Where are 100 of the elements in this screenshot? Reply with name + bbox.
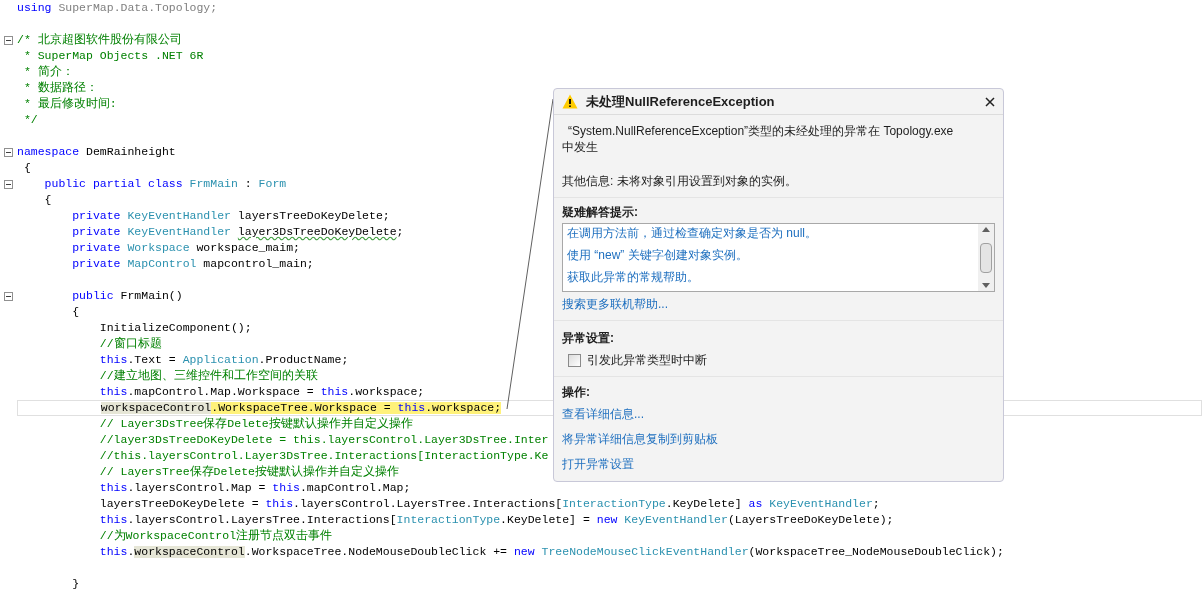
- code-token: KeyEventHandler: [126, 210, 231, 222]
- scroll-down-icon[interactable]: [982, 283, 990, 288]
- collapse-icon[interactable]: [4, 179, 13, 189]
- code-token: as: [748, 498, 763, 510]
- action-link[interactable]: 查看详细信息...: [562, 406, 995, 422]
- code-token: mapcontrol_main;: [202, 258, 314, 270]
- code-token: this: [98, 482, 128, 494]
- warning-icon: [562, 94, 578, 109]
- code-token: this: [98, 546, 128, 558]
- code-token: TreeNodeMouseClickEventHandler: [540, 546, 749, 558]
- code-token: .mapControl.Map;: [299, 482, 411, 494]
- search-help-link[interactable]: 搜索更多联机帮助...: [562, 296, 995, 312]
- code-token: KeyEventHandler: [126, 226, 231, 238]
- section-heading: 操作:: [562, 384, 591, 400]
- code-token: this: [272, 482, 300, 494]
- code-token: * SuperMap Objects .NET 6R: [22, 50, 204, 62]
- code-token: InteractionType: [396, 514, 501, 526]
- code-token: .layersControl.Map =: [127, 482, 267, 494]
- code-token: //layer3DsTreeDoKeyDelete = this.layersControl.Layer3DsTree.Inter: [98, 434, 549, 446]
- collapse-icon[interactable]: [4, 291, 13, 301]
- dialog-title: 未处理NullReferenceException: [586, 93, 776, 110]
- code-token: private: [71, 258, 121, 270]
- code-token: private: [71, 210, 121, 222]
- collapse-icon[interactable]: [4, 35, 13, 45]
- code-token: * 数据路径：: [22, 82, 98, 94]
- scroll-up-icon[interactable]: [982, 227, 990, 232]
- tip-link[interactable]: 使用 “new” 关键字创建对象实例。: [567, 246, 978, 264]
- code-token: SuperMap.Data.Topology;: [57, 2, 218, 14]
- code-token: Application: [182, 354, 259, 366]
- code-token: this: [98, 514, 128, 526]
- code-token: this: [265, 498, 294, 510]
- code-token: KeyEventHandler: [623, 514, 728, 526]
- code-token: this: [98, 386, 128, 398]
- code-token: (LayersTreeDoKeyDelete);: [727, 514, 894, 526]
- code-token: .ProductName;: [258, 354, 349, 366]
- code-token: (WorkspaceTree_NodeMouseDoubleClick);: [748, 546, 1004, 558]
- action-link[interactable]: 将异常详细信息复制到剪贴板: [562, 431, 995, 447]
- code-token: {: [43, 194, 52, 206]
- code-token: //建立地图、三维控件和工作空间的关联: [98, 370, 318, 382]
- code-token: * 简介：: [22, 66, 74, 78]
- scroll-thumb[interactable]: [980, 242, 992, 273]
- code-token: /* 北京超图软件股份有限公司: [17, 34, 182, 46]
- code-token: DemRainheight: [85, 146, 176, 158]
- code-token: .KeyDelete]: [665, 498, 743, 510]
- code-token: workspace_maim;: [195, 242, 300, 254]
- action-link[interactable]: 打开异常设置: [562, 456, 995, 472]
- code-token: InitializeComponent();: [98, 322, 252, 334]
- code-token: public partial class: [43, 178, 183, 190]
- tip-link[interactable]: 在调用方法前，通过检查确定对象是否为 null。: [567, 224, 978, 242]
- code-token: ;: [872, 498, 880, 510]
- code-token: KeyEventHandler: [768, 498, 873, 510]
- code-token: private: [71, 242, 121, 254]
- code-token: layer3DsTreeDoKeyDelete: [237, 226, 397, 238]
- code-token: FrmMain: [188, 178, 238, 190]
- exception-message: “System.NullReferenceException”类型的未经处理的异常在 Topology.exe 中发生: [562, 123, 955, 155]
- code-token: .WorkspaceTree.Workspace =: [211, 402, 398, 414]
- code-token: this: [98, 354, 128, 366]
- code-token: * 最后修改时间:: [22, 98, 117, 110]
- code-token: */: [22, 114, 38, 126]
- section-heading: 异常设置:: [562, 330, 615, 346]
- collapse-icon[interactable]: [4, 147, 13, 157]
- code-token: //窗口标题: [98, 338, 162, 350]
- section-heading: 疑难解答提示:: [562, 204, 639, 220]
- code-token: Form: [258, 178, 287, 190]
- code-token: //this.layersControl.Layer3DsTree.Interactions[InteractionType.Ke: [98, 450, 549, 462]
- code-token: this: [397, 402, 426, 414]
- code-token: .Text =: [127, 354, 177, 366]
- code-token: workspaceControl: [134, 546, 245, 558]
- code-token: namespace: [17, 146, 80, 158]
- code-token: .workspace;: [348, 386, 425, 398]
- code-token: //为WorkspaceControl注册节点双击事件: [98, 530, 333, 542]
- tip-link[interactable]: 获取此异常的常规帮助。: [567, 268, 978, 286]
- code-token: .KeyDelete] =: [500, 514, 591, 526]
- code-token: layersTreeDoKeyDelete;: [236, 210, 390, 222]
- close-icon[interactable]: [985, 96, 995, 107]
- code-token: :: [243, 178, 253, 190]
- code-token: MapControl: [126, 258, 197, 270]
- code-token: FrmMain(): [119, 290, 183, 302]
- code-token: InteractionType: [562, 498, 666, 510]
- code-token: // Layer3DsTree保存Delete按键默认操作并自定义操作: [98, 418, 413, 430]
- code-token: .layersControl.LayersTree.Interactions[: [293, 498, 563, 510]
- code-token: workspaceControl: [100, 402, 212, 414]
- code-token: .mapControl.Map.Workspace =: [127, 386, 315, 398]
- code-token: using: [17, 2, 52, 14]
- code-token: .layersControl.LayersTree.Interactions[: [127, 514, 397, 526]
- scrollbar[interactable]: [978, 224, 994, 291]
- code-token: .: [127, 546, 135, 558]
- code-token: .WorkspaceTree.NodeMouseDoubleClick +=: [244, 546, 508, 558]
- additional-info: 其他信息: 未将对象引用设置到对象的实例。: [562, 173, 798, 189]
- code-token: // LayersTree保存Delete按键默认操作并自定义操作: [98, 466, 399, 478]
- code-token: layersTreeDoKeyDelete =: [98, 498, 260, 510]
- code-token: {: [71, 306, 80, 318]
- break-checkbox[interactable]: [568, 353, 581, 367]
- code-token: ;: [396, 226, 404, 238]
- checkbox-label: 引发此异常类型时中断: [587, 352, 707, 368]
- code-token: {: [22, 162, 31, 174]
- code-token: new: [513, 546, 535, 558]
- code-token: this: [320, 386, 349, 398]
- code-token: private: [71, 226, 121, 238]
- code-token: public: [71, 290, 114, 302]
